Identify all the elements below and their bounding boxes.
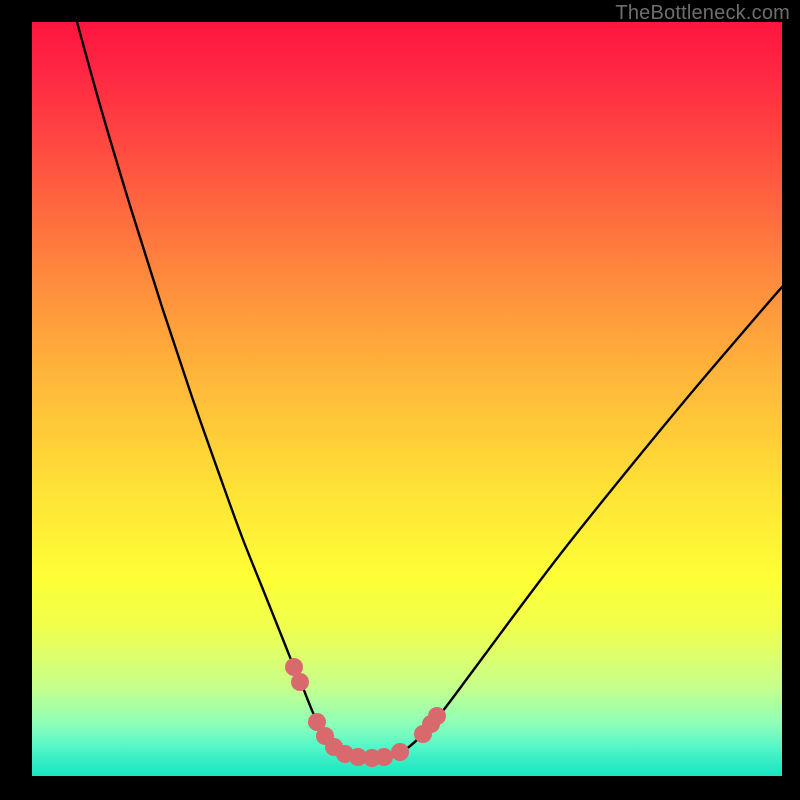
chart-plot-area [32,22,782,776]
curve-svg [32,22,782,776]
watermark-text: TheBottleneck.com [615,2,790,25]
chart-frame: TheBottleneck.com [0,0,800,800]
curve-marker [428,707,446,725]
curve-marker [291,673,309,691]
curve-marker [375,748,393,766]
bottleneck-curve [77,22,782,758]
curve-markers [285,658,446,767]
curve-marker [391,743,409,761]
